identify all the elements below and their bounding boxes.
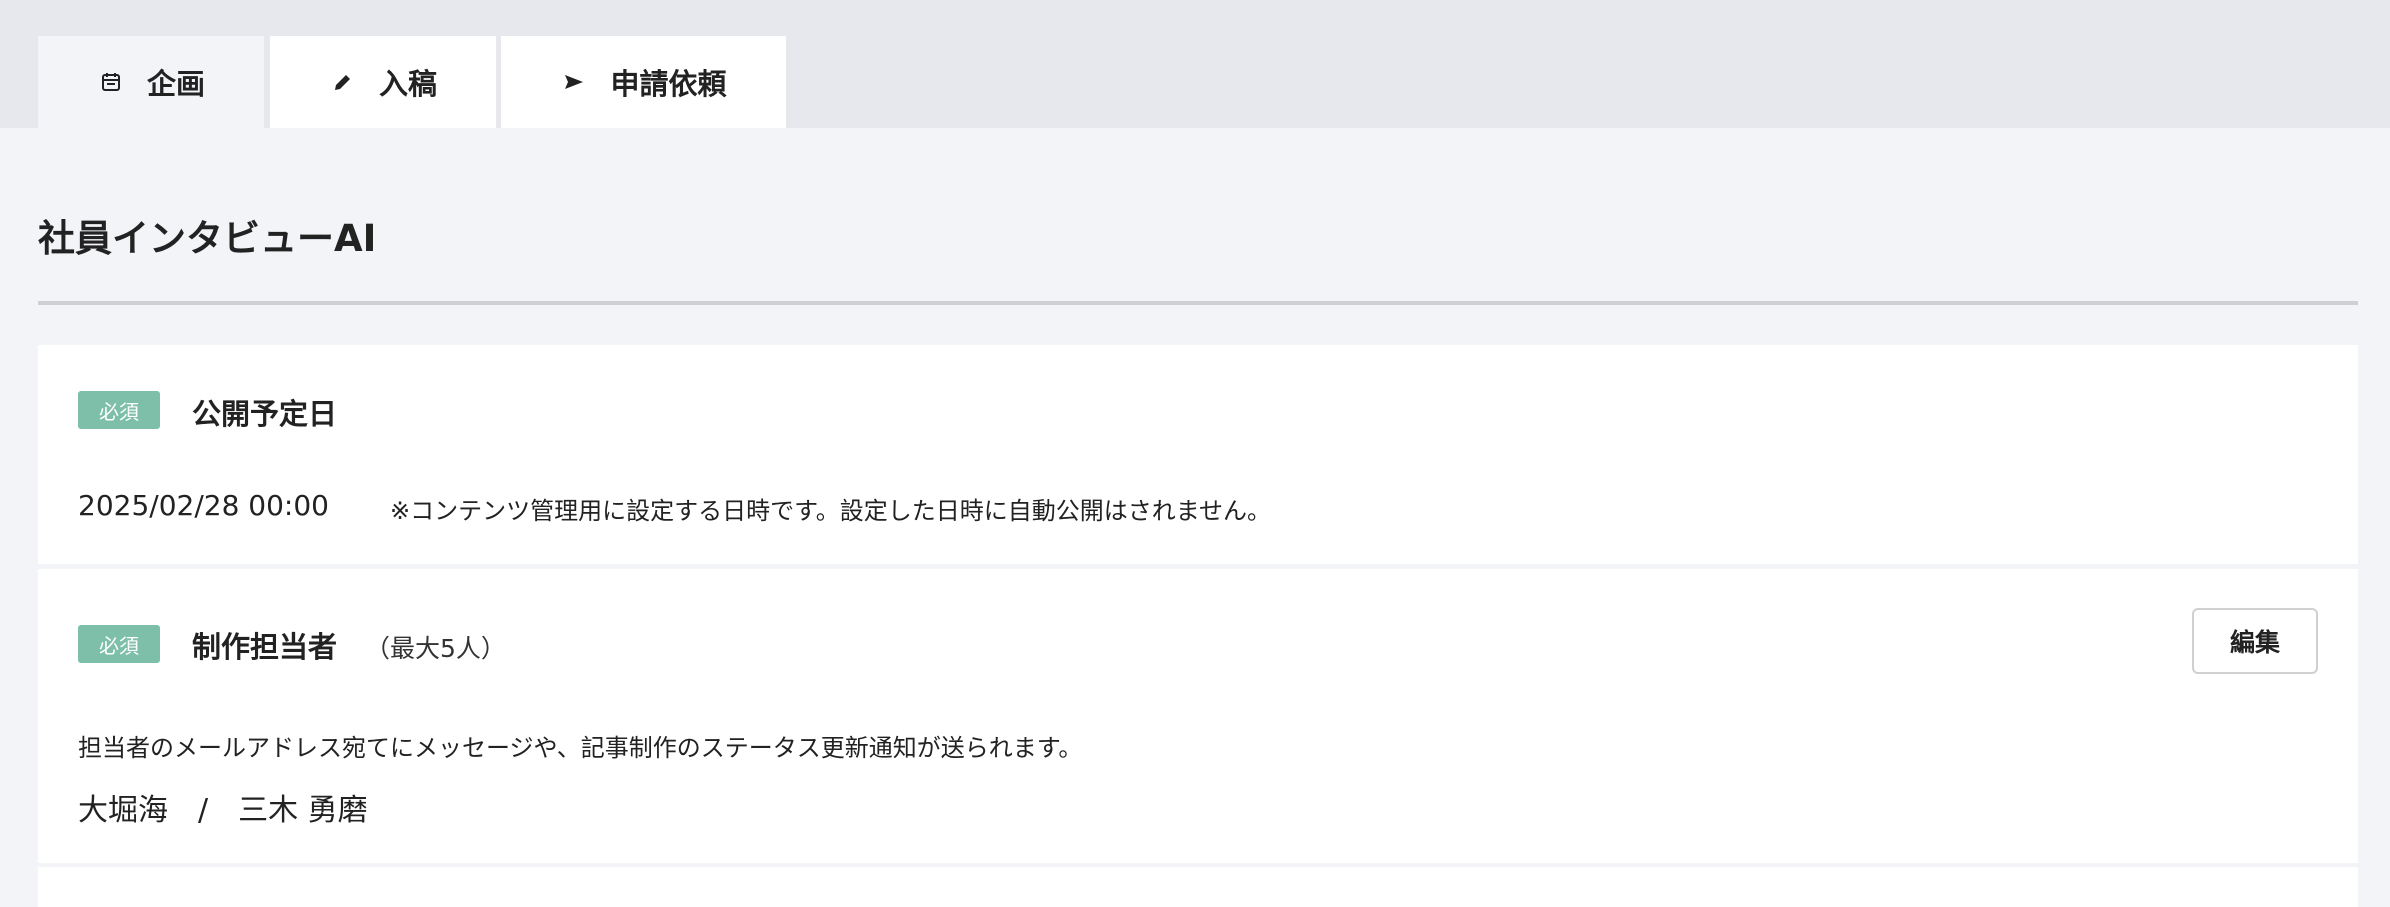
tab-label: 申請依頼 (610, 67, 727, 101)
tab-label: 入稿 (378, 67, 437, 101)
assignees-label: 制作担当者 （最大5人） (192, 624, 506, 666)
assignee-list: 大堀海 / 三木 勇磨 (78, 785, 368, 829)
publish-date-label: 公開予定日 (192, 397, 338, 431)
tab-request[interactable]: 申請依頼 (501, 36, 786, 128)
assignee-separator: / (198, 793, 209, 828)
pencil-icon (329, 68, 357, 96)
assignees-description: 担当者のメールアドレス宛てにメッセージや、記事制作のステータス更新通知が送られま… (78, 734, 1083, 762)
assignee-name: 三木 勇磨 (238, 793, 368, 828)
tab-bar: 企画 入稿 申請依頼 (0, 0, 2390, 128)
page-title: 社員インタビューAI (38, 217, 377, 260)
edit-button[interactable]: 編集 (2192, 608, 2318, 674)
assignees-label-text: 制作担当者 (192, 630, 338, 664)
tab-planning[interactable]: 企画 (38, 36, 264, 128)
calendar-icon (97, 68, 125, 96)
assignees-section: 必須 制作担当者 （最大5人） 編集 担当者のメールアドレス宛てにメッセージや、記… (38, 569, 2358, 863)
assignees-limit: （最大5人） (365, 634, 506, 663)
tab-label: 企画 (146, 67, 205, 101)
next-section (38, 867, 2358, 907)
publish-date-section: 必須 公開予定日 2025/02/28 00:00 ※コンテンツ管理用に設定する… (38, 345, 2358, 564)
assignee-name: 大堀海 (78, 793, 168, 828)
required-badge: 必須 (78, 625, 160, 663)
required-badge: 必須 (78, 391, 160, 429)
publish-date-value[interactable]: 2025/02/28 00:00 (78, 489, 329, 522)
publish-date-note: ※コンテンツ管理用に設定する日時です。設定した日時に自動公開はされません。 (390, 497, 1271, 525)
send-icon (560, 68, 588, 96)
title-divider (38, 301, 2358, 305)
tab-submission[interactable]: 入稿 (270, 36, 496, 128)
